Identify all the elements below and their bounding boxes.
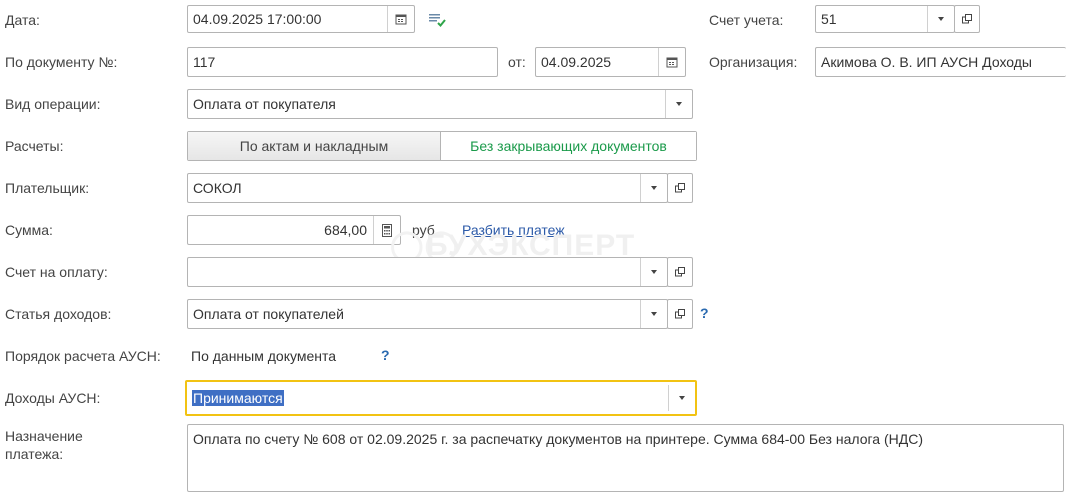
organization-value: Акимова О. В. ИП АУСН Доходы: [821, 54, 1032, 70]
open-icon[interactable]: [667, 173, 693, 203]
operation-type-label: Вид операции:: [5, 96, 101, 112]
organization-field[interactable]: Акимова О. В. ИП АУСН Доходы: [815, 47, 1066, 77]
date-value: 04.09.2025 17:00:00: [193, 11, 322, 27]
dropdown-arrow-icon[interactable]: [668, 385, 695, 411]
payer-field[interactable]: СОКОЛ: [187, 173, 668, 203]
income-item-field[interactable]: Оплата от покупателей: [187, 299, 668, 329]
purpose-label-line2: платежа:: [5, 446, 64, 462]
operation-type-value: Оплата от покупателя: [193, 96, 336, 112]
doc-date-value: 04.09.2025: [541, 54, 612, 70]
payer-label: Плательщик:: [5, 180, 90, 196]
purpose-value: Оплата по счету № 608 от 02.09.2025 г. з…: [193, 431, 923, 447]
ausn-order-help-icon[interactable]: ?: [381, 347, 390, 363]
purpose-label-line1: Назначение: [5, 428, 83, 444]
doc-number-field[interactable]: 117: [187, 47, 498, 77]
ausn-order-label: Порядок расчета АУСН:: [5, 348, 161, 364]
dropdown-arrow-icon[interactable]: [640, 174, 667, 202]
income-item-value: Оплата от покупателей: [193, 306, 344, 322]
income-item-help-icon[interactable]: ?: [700, 305, 709, 321]
doc-date-field[interactable]: 04.09.2025: [535, 47, 686, 77]
date-label: Дата:: [5, 12, 40, 28]
dropdown-arrow-icon[interactable]: [640, 300, 667, 328]
open-icon[interactable]: [667, 257, 693, 287]
amount-value: 684,00: [324, 222, 367, 238]
invoice-label: Счет на оплату:: [5, 264, 108, 280]
organization-label: Организация:: [709, 54, 798, 70]
dropdown-arrow-icon[interactable]: [665, 90, 692, 118]
calendar-icon[interactable]: [658, 48, 685, 76]
purpose-textarea[interactable]: Оплата по счету № 608 от 02.09.2025 г. з…: [187, 424, 1064, 492]
doc-number-value: 117: [193, 54, 216, 70]
settlements-option-no-docs[interactable]: Без закрывающих документов: [441, 132, 696, 160]
doc-date-label: от:: [508, 54, 526, 70]
ausn-income-label: Доходы АУСН:: [5, 390, 101, 406]
date-field[interactable]: 04.09.2025 17:00:00: [187, 5, 415, 33]
amount-field[interactable]: 684,00: [187, 215, 401, 245]
open-icon[interactable]: [667, 299, 693, 329]
account-value: 51: [821, 11, 837, 27]
settlements-option-acts[interactable]: По актам и накладным: [188, 132, 441, 160]
open-icon[interactable]: [954, 5, 980, 33]
calendar-icon[interactable]: [387, 6, 414, 32]
dropdown-arrow-icon[interactable]: [640, 258, 667, 286]
account-label: Счет учета:: [709, 12, 784, 28]
invoice-field[interactable]: [187, 257, 668, 287]
ausn-income-field[interactable]: Принимаются: [185, 380, 697, 416]
post-document-icon[interactable]: [428, 13, 446, 30]
account-field[interactable]: 51: [815, 5, 955, 33]
ausn-income-value: Принимаются: [192, 390, 284, 406]
amount-label: Сумма:: [5, 222, 53, 238]
dropdown-arrow-icon[interactable]: [927, 6, 954, 32]
income-item-label: Статья доходов:: [5, 306, 112, 322]
payer-value: СОКОЛ: [193, 180, 242, 196]
settlements-label: Расчеты:: [5, 138, 64, 154]
operation-type-field[interactable]: Оплата от покупателя: [187, 89, 693, 119]
doc-number-label: По документу №:: [5, 54, 118, 70]
settlements-toggle: По актам и накладным Без закрывающих док…: [187, 131, 697, 161]
ausn-order-value: По данным документа: [191, 348, 336, 364]
